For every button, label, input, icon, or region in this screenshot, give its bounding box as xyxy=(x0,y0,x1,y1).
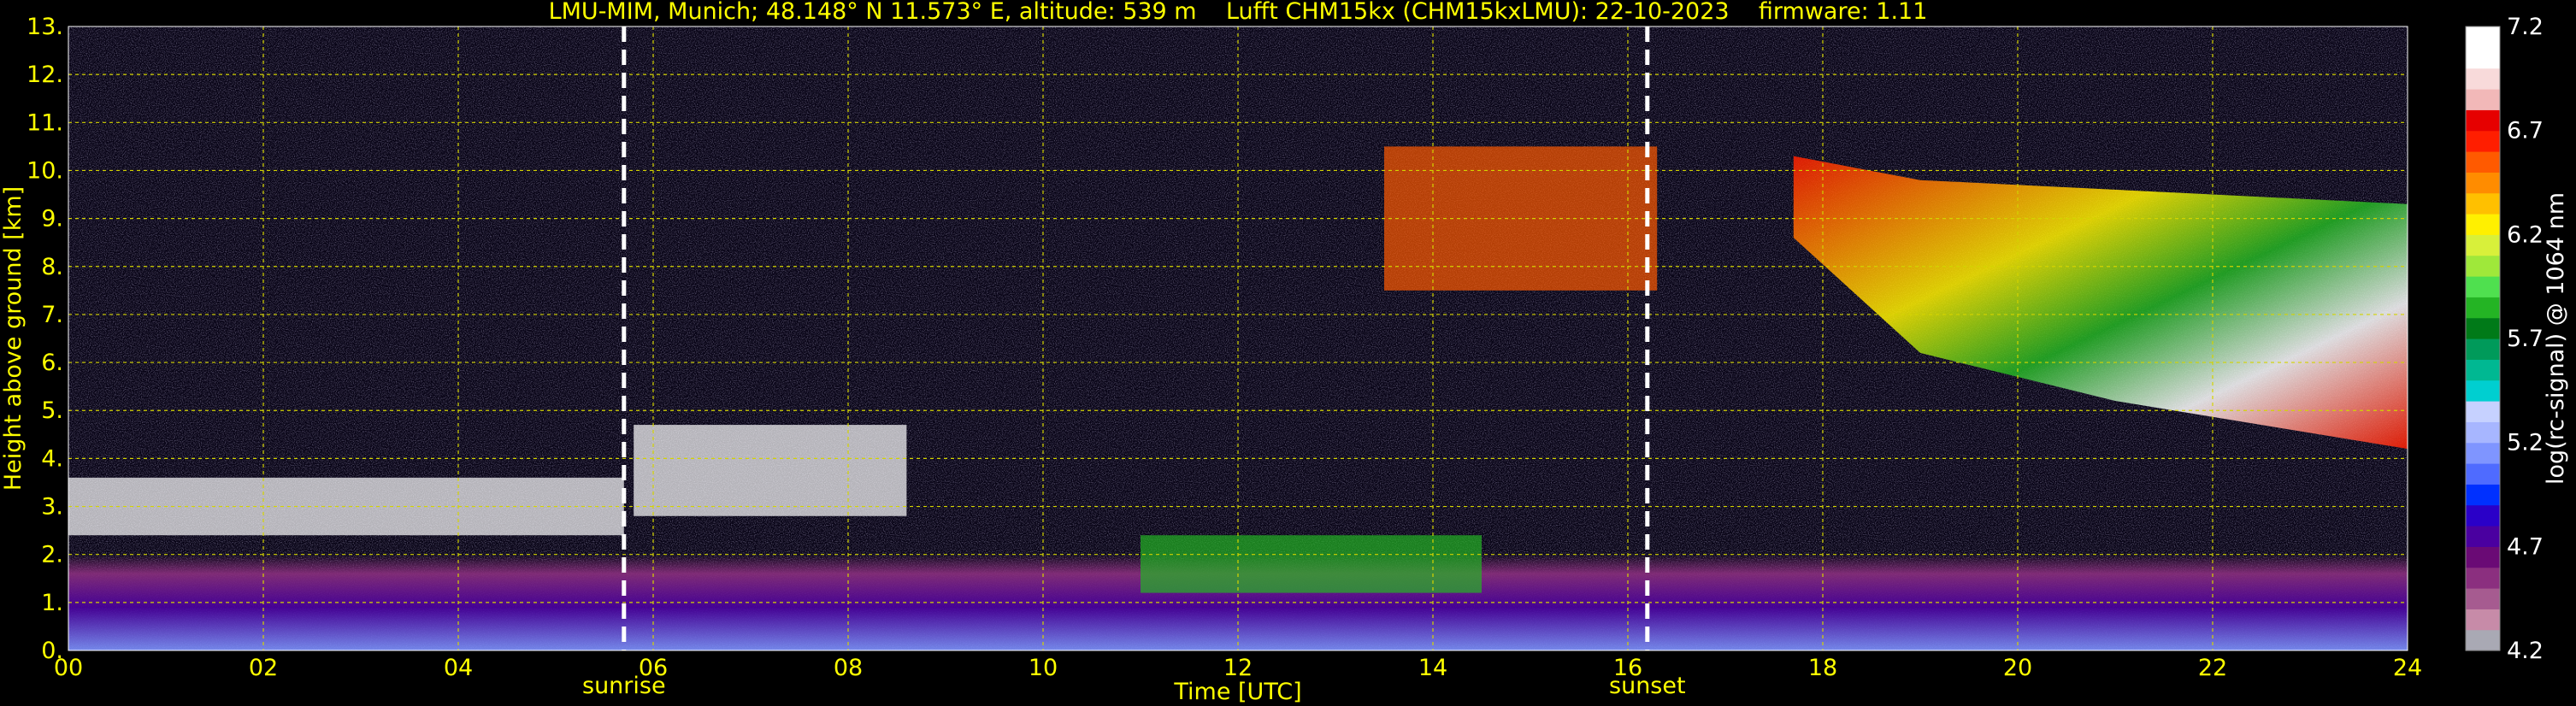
colorbar-swatch xyxy=(2466,192,2500,215)
colorbar-swatch xyxy=(2466,172,2500,194)
colorbar-swatch xyxy=(2466,214,2500,235)
y-tick-label: 3. xyxy=(41,494,63,521)
colorbar-swatch xyxy=(2466,317,2500,339)
colorbar-swatch xyxy=(2466,89,2500,110)
colorbar-label: log(rc-signal) @ 1064 nm xyxy=(2543,192,2569,485)
colorbar-swatch xyxy=(2466,255,2500,277)
y-axis-label: Height above ground [km] xyxy=(0,186,27,491)
colorbar-swatch xyxy=(2466,463,2500,485)
signal-feature-2 xyxy=(634,425,907,516)
y-tick-label: 11. xyxy=(27,109,63,136)
y-tick-label: 13. xyxy=(27,14,63,40)
x-tick-label: 04 xyxy=(444,655,473,681)
colorbar-swatch xyxy=(2466,379,2500,402)
y-tick-label: 1. xyxy=(41,590,63,616)
colorbar-swatch xyxy=(2466,359,2500,381)
x-tick-label: 22 xyxy=(2198,655,2227,681)
sunset-label: sunset xyxy=(1609,673,1686,699)
colorbar-swatch xyxy=(2466,109,2500,132)
colorbar: 4.2 4.7 5.2 5.7 6.2 6.7 7.2 log(rc-signal) @ 1… xyxy=(2465,14,2569,664)
y-tick-labels: 0. 1. 2. 3. 4. 5. 6. 7. 8. 9. 10. 11. 12. 13. xyxy=(27,14,63,664)
colorbar-swatch xyxy=(2466,26,2500,48)
colorbar-swatch xyxy=(2466,504,2500,527)
colorbar-swatch xyxy=(2466,47,2500,69)
x-tick-label: 10 xyxy=(1029,655,1058,681)
y-tick-label: 8. xyxy=(41,254,63,280)
x-tick-label: 02 xyxy=(249,655,278,681)
colorbar-swatch xyxy=(2466,338,2500,360)
plot-area xyxy=(68,26,2408,651)
y-tick-label: 0. xyxy=(41,638,63,664)
colorbar-swatch xyxy=(2466,567,2500,589)
x-tick-label: 12 xyxy=(1223,655,1253,681)
signal-feature-3 xyxy=(1141,535,1482,593)
y-tick-label: 4. xyxy=(41,445,63,472)
colorbar-tick-labels: 4.2 4.7 5.2 5.7 6.2 6.7 7.2 xyxy=(2507,14,2544,664)
colorbar-swatch xyxy=(2466,68,2500,90)
chart-title: LMU-MIM, Munich; 48.148° N 11.573° E, al… xyxy=(549,0,1928,25)
y-tick-label: 9. xyxy=(41,206,63,232)
colorbar-tick-label: 5.2 xyxy=(2507,430,2544,456)
colorbar-tick-label: 6.7 xyxy=(2507,118,2544,144)
colorbar-swatch xyxy=(2466,401,2500,422)
colorbar-swatch xyxy=(2466,484,2500,506)
colorbar-swatch xyxy=(2466,588,2500,609)
ceilometer-chart: LMU-MIM, Munich; 48.148° N 11.573° E, al… xyxy=(0,0,2569,705)
colorbar-swatch xyxy=(2466,130,2500,152)
y-tick-label: 7. xyxy=(41,302,63,328)
colorbar-swatch xyxy=(2466,546,2500,568)
y-tick-label: 6. xyxy=(41,350,63,376)
colorbar-tick-label: 4.2 xyxy=(2507,638,2544,664)
y-tick-label: 10. xyxy=(27,157,63,184)
x-tick-labels: 00 02 04 06 08 10 12 14 16 18 20 22 24 xyxy=(54,655,2422,681)
colorbar-swatch xyxy=(2466,526,2500,547)
x-tick-label: 14 xyxy=(1418,655,1447,681)
colorbar-swatch xyxy=(2466,442,2500,464)
sunrise-label: sunrise xyxy=(582,673,666,699)
colorbar-tick-label: 4.7 xyxy=(2507,533,2544,560)
x-tick-label: 24 xyxy=(2393,655,2422,681)
colorbar-tick-label: 5.7 xyxy=(2507,326,2544,352)
colorbar-swatch xyxy=(2466,421,2500,444)
colorbar-swatch xyxy=(2466,609,2500,631)
y-tick-label: 12. xyxy=(27,62,63,88)
colorbar-swatch xyxy=(2466,276,2500,297)
colorbar-swatch xyxy=(2466,297,2500,319)
x-tick-label: 08 xyxy=(834,655,863,681)
y-tick-label: 2. xyxy=(41,542,63,568)
colorbar-swatch xyxy=(2466,234,2500,256)
colorbar-swatches xyxy=(2466,26,2500,651)
colorbar-swatch xyxy=(2466,151,2500,173)
colorbar-tick-label: 6.2 xyxy=(2507,221,2544,248)
x-tick-label: 20 xyxy=(2003,655,2032,681)
colorbar-swatch xyxy=(2466,629,2500,651)
colorbar-tick-label: 7.2 xyxy=(2507,14,2544,40)
x-tick-label: 18 xyxy=(1808,655,1837,681)
y-tick-label: 5. xyxy=(41,397,63,424)
x-axis-label: Time [UTC] xyxy=(1173,679,1301,705)
